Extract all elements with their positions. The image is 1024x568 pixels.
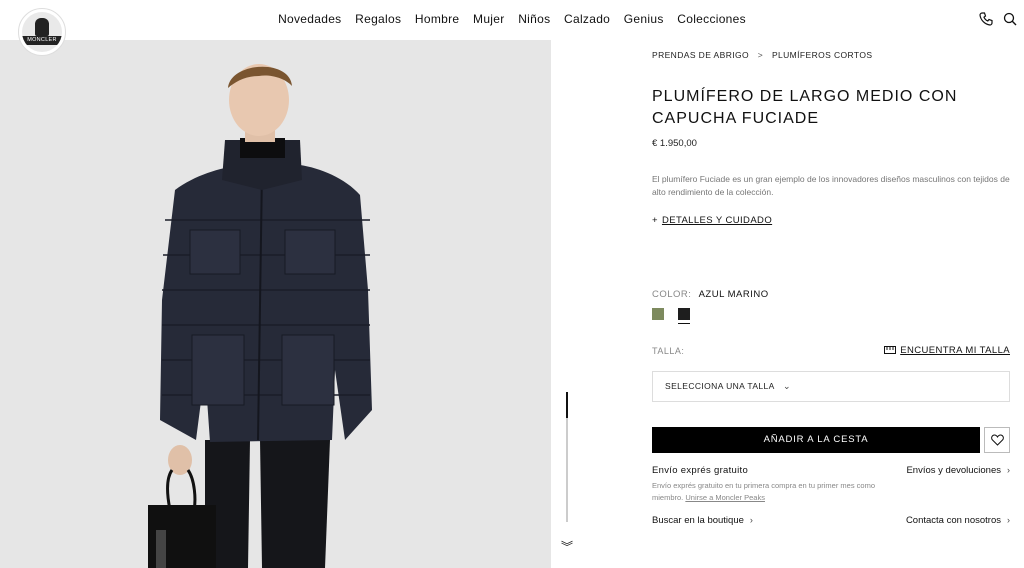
nav-item-ninos[interactable]: Niños <box>518 12 550 26</box>
nav-item-hombre[interactable]: Hombre <box>415 12 459 26</box>
size-label: TALLA: <box>652 346 685 356</box>
nav-item-genius[interactable]: Genius <box>624 12 664 26</box>
find-my-size-link[interactable]: ENCUENTRA MI TALLA <box>884 345 1010 356</box>
find-in-boutique-label: Buscar en la boutique <box>652 515 744 526</box>
product-image[interactable] <box>0 40 551 568</box>
color-swatch-olive[interactable] <box>652 308 664 320</box>
main-nav: Novedades Regalos Hombre Mujer Niños Cal… <box>0 12 1024 26</box>
find-my-size-label: ENCUENTRA MI TALLA <box>900 345 1010 356</box>
contact-us-label: Contacta con nosotros <box>905 515 1001 526</box>
ruler-icon <box>884 346 897 354</box>
heart-icon <box>990 434 1004 446</box>
nav-item-regalos[interactable]: Regalos <box>355 12 401 26</box>
breadcrumb-separator-icon: > <box>757 50 764 60</box>
breadcrumb-link-plumiferos[interactable]: PLUMÍFEROS CORTOS <box>772 50 872 60</box>
model-illustration <box>148 64 372 568</box>
shipping-returns-label: Envíos y devoluciones <box>906 465 1001 476</box>
nav-item-mujer[interactable]: Mujer <box>473 12 505 26</box>
find-in-boutique-link[interactable]: Buscar en la boutique › <box>652 515 753 526</box>
plus-icon: + <box>652 215 658 226</box>
wishlist-button[interactable] <box>984 427 1010 453</box>
color-label: COLOR: <box>652 289 692 300</box>
contact-us-link[interactable]: Contacta con nosotros › <box>906 515 1010 526</box>
nav-item-colecciones[interactable]: Colecciones <box>677 12 746 26</box>
breadcrumb-link-abrigo[interactable]: PRENDAS DE ABRIGO <box>652 50 749 60</box>
join-peaks-link[interactable]: Unirse a Moncler Peaks <box>685 493 765 502</box>
nav-item-novedades[interactable]: Novedades <box>278 12 341 26</box>
logo-emblem: MONCLER <box>22 12 62 52</box>
chevron-down-icon: ⌄ <box>783 381 791 391</box>
add-to-cart-button[interactable]: AÑADIR A LA CESTA <box>652 427 980 453</box>
details-care-label: DETALLES Y CUIDADO <box>661 215 773 226</box>
chevron-right-icon: › <box>749 515 753 525</box>
nav-item-calzado[interactable]: Calzado <box>564 12 610 26</box>
phone-icon[interactable] <box>978 11 994 27</box>
chevron-right-icon: › <box>1007 515 1010 525</box>
size-select[interactable]: SELECCIONA UNA TALLA ⌄ <box>652 371 1010 402</box>
shipping-text: Envío exprés gratuito en tu primera comp… <box>652 480 887 503</box>
breadcrumb: PRENDAS DE ABRIGO > PLUMÍFEROS CORTOS <box>652 50 872 60</box>
chevron-right-icon: › <box>1007 465 1010 475</box>
site-header: Novedades Regalos Hombre Mujer Niños Cal… <box>0 0 1024 40</box>
product-title: PLUMÍFERO DE LARGO MEDIO CON CAPUCHA FUC… <box>652 88 958 127</box>
color-selected-value: AZUL MARINO <box>698 289 769 300</box>
shipping-returns-link[interactable]: Envíos y devoluciones › <box>906 465 1010 476</box>
color-swatch-navy[interactable] <box>678 308 690 320</box>
logo-text: MONCLER <box>27 37 57 43</box>
moncler-logo[interactable]: MONCLER <box>18 8 66 56</box>
color-selector-label: COLOR: AZUL MARINO <box>652 289 769 300</box>
product-price: € 1.950,00 <box>652 138 697 149</box>
size-select-placeholder: SELECCIONA UNA TALLA <box>665 381 775 391</box>
search-icon[interactable] <box>1002 11 1018 27</box>
scroll-down-icon[interactable]: ︾ <box>561 538 573 555</box>
selected-swatch-indicator <box>678 323 690 324</box>
shipping-title: Envío exprés gratuito <box>652 465 749 476</box>
product-description: El plumífero Fuciade es un gran ejemplo … <box>652 174 1010 197</box>
details-care-toggle[interactable]: + DETALLES Y CUIDADO <box>652 215 772 226</box>
gallery-scroll-thumb[interactable] <box>566 392 568 418</box>
